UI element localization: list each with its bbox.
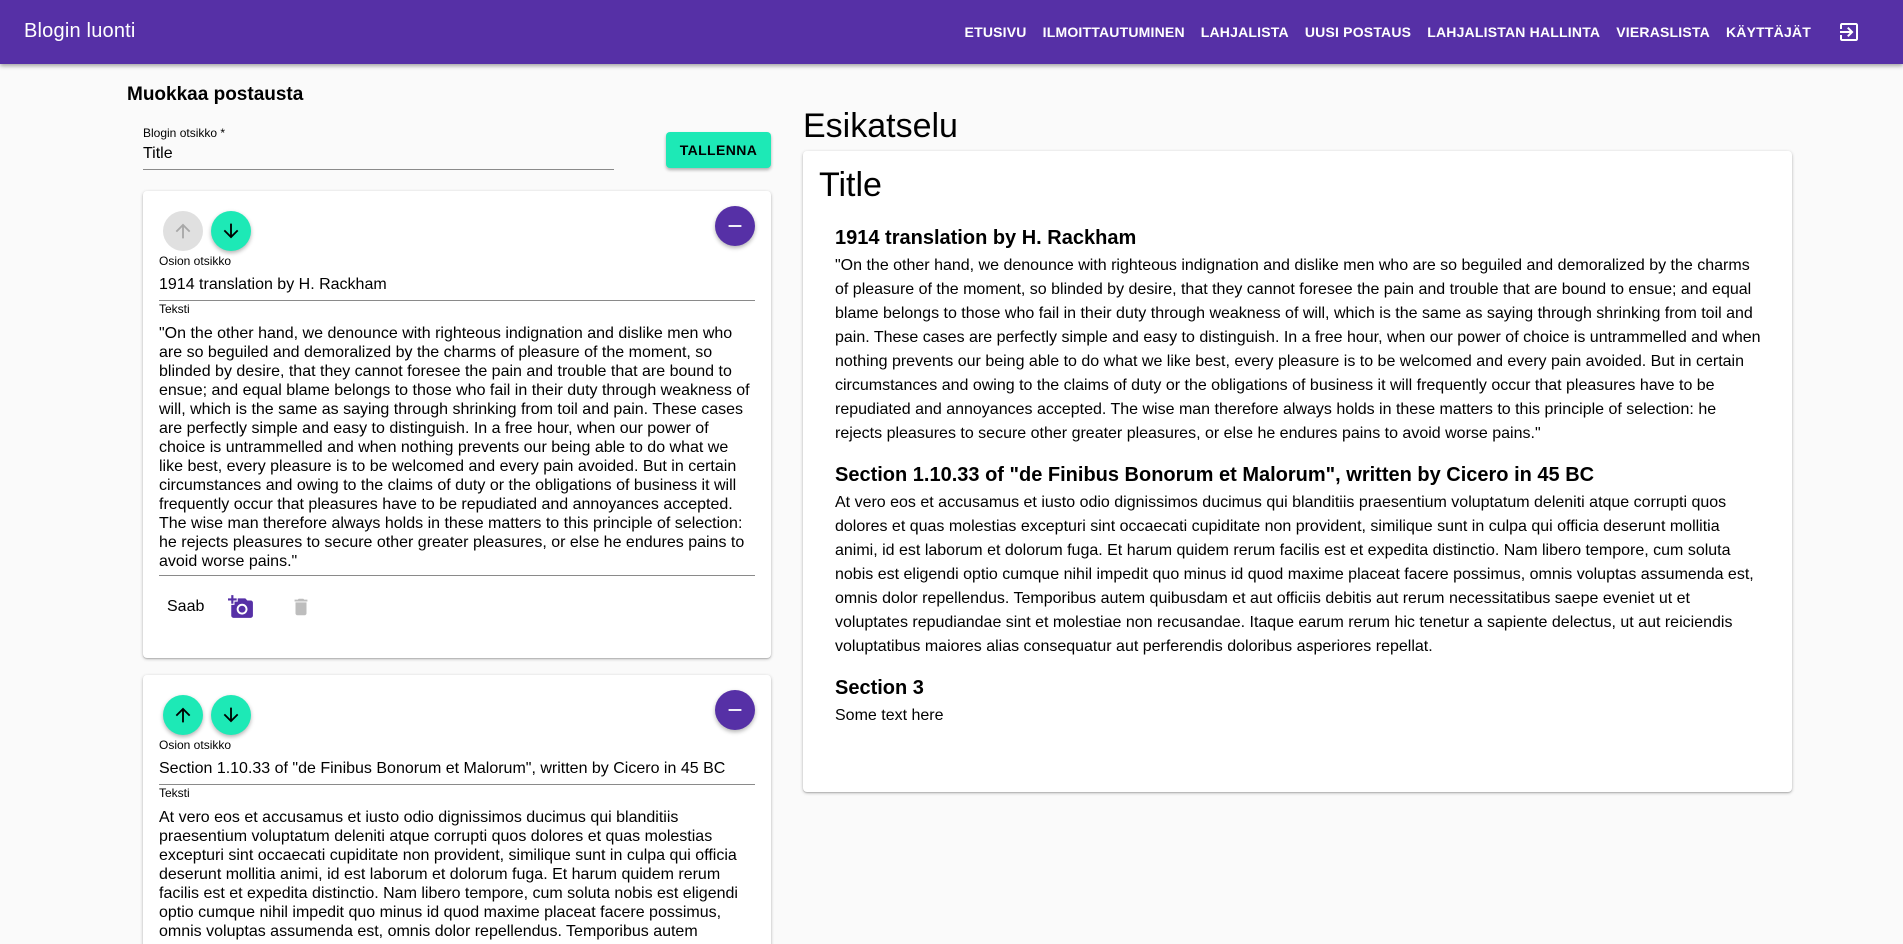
section-title-input[interactable]: Section 1.10.33 of "de Finibus Bonorum e…: [159, 760, 755, 785]
app-bar: Blogin luonti ETUSIVU ILMOITTAUTUMINEN L…: [0, 0, 1903, 64]
arrow-up-icon: [175, 707, 191, 723]
nav-kayttajat[interactable]: KÄYTTÄJÄT: [1718, 24, 1819, 40]
nav-etusivu[interactable]: ETUSIVU: [957, 24, 1035, 40]
logout-icon[interactable]: [1837, 20, 1861, 44]
preview-body: 1914 translation by H. Rackham "On the o…: [835, 227, 1765, 746]
arrow-down-icon: [223, 707, 239, 723]
section-title-input[interactable]: 1914 translation by H. Rackham: [159, 276, 755, 301]
section-text-label: Teksti: [159, 302, 190, 316]
add-photo-icon[interactable]: [228, 594, 254, 620]
save-button[interactable]: TALLENNA: [666, 132, 771, 168]
section-text-input[interactable]: "On the other hand, we denounce with rig…: [159, 324, 755, 576]
blog-title-input[interactable]: Title: [143, 145, 614, 170]
preview-section-title: 1914 translation by H. Rackham: [835, 227, 1137, 249]
minus-icon: [728, 709, 742, 711]
delete-icon: [290, 596, 312, 618]
preview-panel: Title 1914 translation by H. Rackham "On…: [803, 151, 1792, 792]
preview-section: 1914 translation by H. Rackham "On the o…: [835, 227, 1765, 446]
preview-title: Title: [819, 166, 882, 204]
main-nav: ETUSIVU ILMOITTAUTUMINEN LAHJALISTA UUSI…: [957, 0, 1819, 64]
app-title: Blogin luonti: [24, 20, 136, 42]
minus-icon: [728, 225, 742, 227]
preview-section-text: "On the other hand, we denounce with rig…: [835, 257, 1761, 442]
nav-uusi-postaus[interactable]: UUSI POSTAUS: [1297, 24, 1419, 40]
remove-section-button[interactable]: [715, 206, 755, 246]
section-actions: Saab: [159, 592, 312, 622]
preview-heading: Esikatselu: [803, 107, 958, 145]
arrow-up-icon: [175, 223, 191, 239]
move-down-button[interactable]: [211, 211, 251, 251]
nav-ilmoittautuminen[interactable]: ILMOITTAUTUMINEN: [1035, 24, 1193, 40]
arrow-down-icon: [223, 223, 239, 239]
preview-section-title: Section 3: [835, 677, 924, 699]
section-text-input[interactable]: At vero eos et accusamus et iusto odio d…: [159, 808, 755, 944]
nav-lahjalista[interactable]: LAHJALISTA: [1193, 24, 1297, 40]
section-text-label: Teksti: [159, 786, 190, 800]
move-up-button[interactable]: [163, 695, 203, 735]
nav-vieraslista[interactable]: VIERASLISTA: [1608, 24, 1718, 40]
section-title-label: Osion otsikko: [159, 738, 232, 752]
preview-section-text: Some text here: [835, 707, 944, 724]
blog-title-field[interactable]: Blogin otsikko * Title: [143, 126, 614, 170]
image-name-button[interactable]: Saab: [159, 592, 212, 622]
section-title-label: Osion otsikko: [159, 254, 232, 268]
editor-heading: Muokkaa postausta: [127, 84, 304, 105]
blog-title-label: Blogin otsikko *: [143, 126, 226, 140]
move-up-button: [163, 211, 203, 251]
preview-section-text: At vero eos et accusamus et iusto odio d…: [835, 494, 1754, 655]
preview-section-title: Section 1.10.33 of "de Finibus Bonorum e…: [835, 464, 1595, 486]
remove-section-button[interactable]: [715, 690, 755, 730]
section-card: Osion otsikko Section 1.10.33 of "de Fin…: [143, 675, 771, 944]
move-down-button[interactable]: [211, 695, 251, 735]
preview-section: Section 1.10.33 of "de Finibus Bonorum e…: [835, 464, 1765, 659]
section-card: Osion otsikko 1914 translation by H. Rac…: [143, 191, 771, 658]
preview-section: Section 3 Some text here: [835, 677, 1765, 728]
nav-lahjalistan-hallinta[interactable]: LAHJALISTAN HALLINTA: [1419, 24, 1608, 40]
